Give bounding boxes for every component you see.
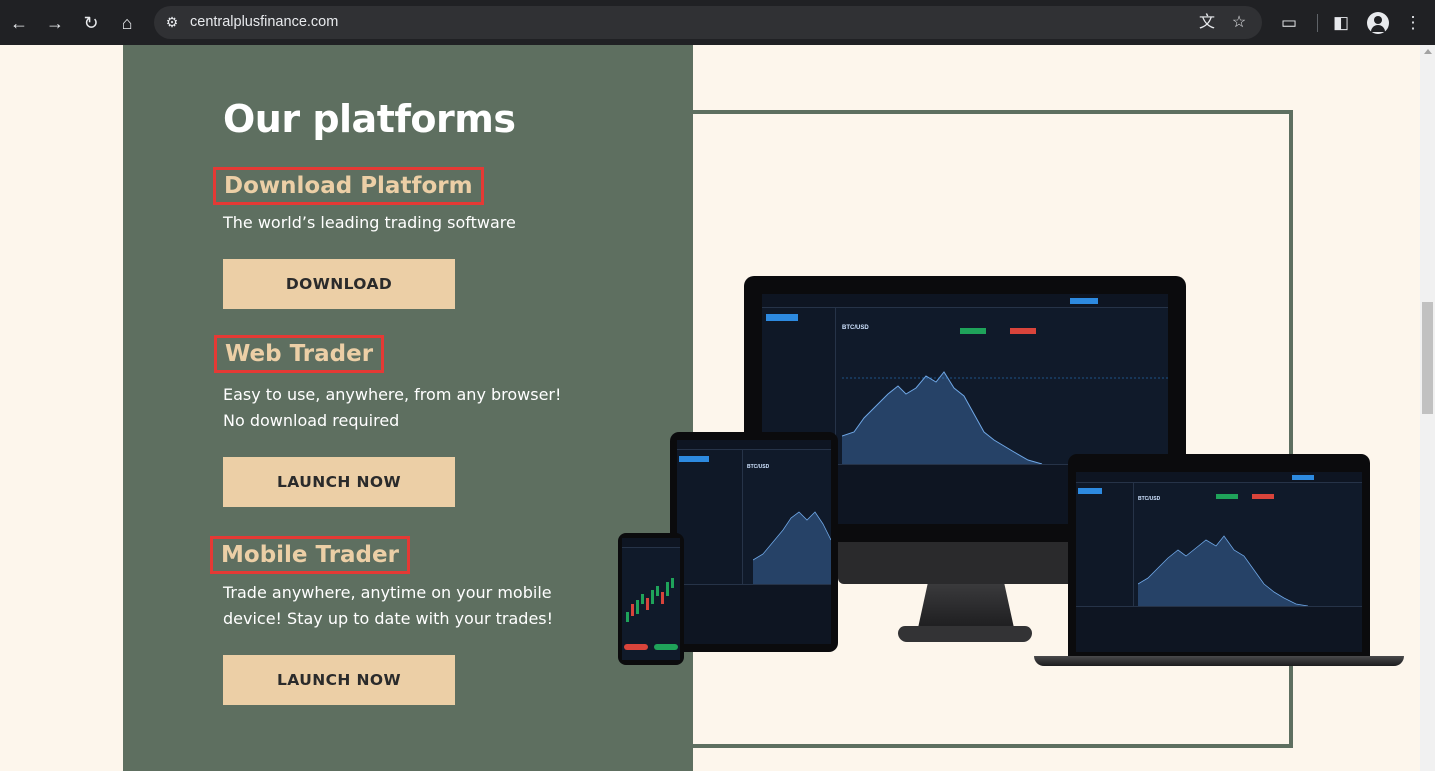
deposit-chip [1070,298,1098,304]
monitor-stand-base [898,626,1032,642]
laptop-buy-chip [1216,494,1238,499]
side-panel-icon[interactable]: ◧ [1329,11,1353,35]
tablet-price-chart [753,511,831,584]
phone-screen [622,538,680,660]
laptop-deposit-chip [1292,475,1314,480]
page-title: Our platforms [223,97,516,141]
profile-icon[interactable] [1367,12,1389,34]
tune-icon[interactable]: ⚙ [162,12,182,32]
tablet-sidebar [677,450,743,584]
web-trader-description-line-2: No download required [223,411,400,430]
toolbar-divider [1317,14,1318,32]
download-button[interactable]: DOWNLOAD [223,259,455,309]
tablet-market-tab [679,456,709,462]
price-area-chart [842,371,1168,464]
tablet-image: BTC/USD [670,432,838,652]
web-trader-description-line-1: Easy to use, anywhere, from any browser! [223,385,562,404]
laptop-screen: BTC/USD [1076,472,1362,652]
reload-icon[interactable]: ↻ [79,11,103,35]
mobile-trader-description-line-2: device! Stay up to date with your trades… [223,609,554,628]
laptop-base [1034,656,1404,666]
phone-buy-button [654,644,678,650]
laptop-image: BTC/USD [1068,454,1370,658]
scroll-up-icon[interactable] [1424,49,1432,54]
phone-sell-button [624,644,648,650]
arrow-right-icon[interactable]: → [43,11,67,35]
tablet-pair-label: BTC/USD [747,464,770,470]
laptop-positions-table [1076,606,1362,652]
pair-label: BTC/USD [842,325,869,331]
mobile-trader-heading: Mobile Trader [210,536,410,574]
trading-app-header [762,294,1168,308]
star-icon[interactable]: ☆ [1228,12,1250,34]
browser-toolbar: ← → ↻ ⌂ ⚙ centralplusfinance.com 文 ☆ ▭ ◧… [0,0,1435,45]
scroll-thumb[interactable] [1422,302,1433,414]
translate-icon[interactable]: 文 [1196,12,1218,34]
monitor-stand [918,584,1014,628]
laptop-price-chart [1138,535,1309,606]
address-bar[interactable]: ⚙ centralplusfinance.com 文 ☆ [154,6,1262,39]
tablet-positions-table [677,584,831,644]
mobile-trader-description-line-1: Trade anywhere, anytime on your mobile [223,583,552,602]
tablet-header [677,440,831,450]
web-trader-heading: Web Trader [214,335,385,373]
page-scrollbar[interactable] [1420,45,1435,771]
laptop-pair-label: BTC/USD [1138,496,1161,502]
home-icon[interactable]: ⌂ [115,11,139,35]
tablet-screen: BTC/USD [677,440,831,644]
puzzle-icon[interactable]: ▭ [1277,11,1301,35]
laptop-market-tab [1078,488,1102,494]
url-text[interactable]: centralplusfinance.com [190,14,338,30]
web-trader-launch-button[interactable]: LAUNCH NOW [223,457,455,507]
mobile-trader-launch-button[interactable]: LAUNCH NOW [223,655,455,705]
sell-chip [1010,328,1036,334]
arrow-left-icon[interactable]: ← [7,11,31,35]
phone-image [618,533,684,665]
laptop-sell-chip [1252,494,1274,499]
more-vertical-icon[interactable]: ⋮ [1401,11,1425,35]
phone-candles-chart [626,578,674,622]
download-platform-description: The world’s leading trading software [223,213,516,232]
market-tab [766,314,798,321]
monitor-chin [838,540,1094,584]
buy-chip [960,328,986,334]
laptop-header [1076,472,1362,483]
phone-header [622,538,680,548]
download-platform-heading: Download Platform [213,167,484,205]
